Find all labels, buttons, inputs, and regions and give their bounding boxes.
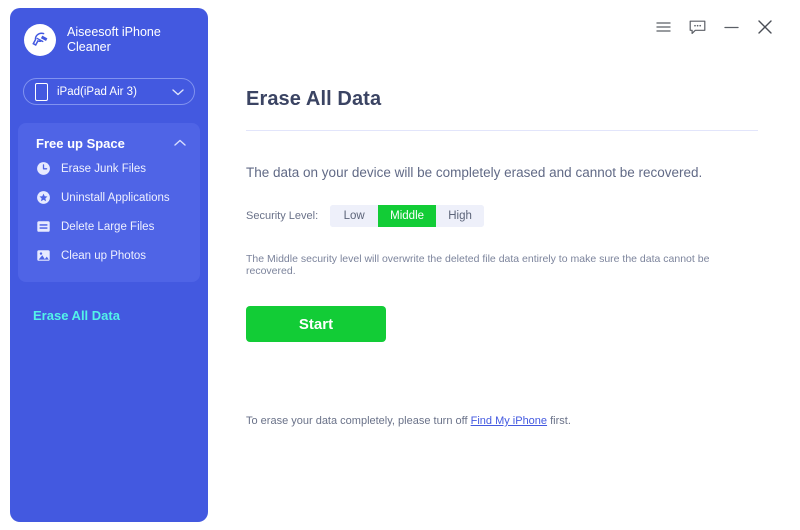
sidebar-item-label: Erase Junk Files (61, 162, 147, 175)
security-level-row: Security Level: Low Middle High (246, 205, 760, 227)
security-option-high[interactable]: High (436, 205, 485, 227)
minimize-icon[interactable] (716, 12, 746, 42)
chat-bubble-icon[interactable] (682, 12, 712, 42)
sidebar-item-uninstall-applications[interactable]: Uninstall Applications (18, 183, 200, 212)
start-button[interactable]: Start (246, 306, 386, 342)
security-level-segmented-control[interactable]: Low Middle High (330, 205, 485, 227)
page-title: Erase All Data (246, 88, 382, 110)
footer-note-prefix: To erase your data completely, please tu… (246, 415, 471, 427)
sidebar-item-label: Erase All Data (33, 307, 120, 323)
sidebar-item-clean-up-photos[interactable]: Clean up Photos (18, 241, 200, 270)
sidebar: Aiseesoft iPhone Cleaner iPad(iPad Air 3… (10, 8, 208, 522)
nav-group-header[interactable]: Free up Space (18, 132, 200, 154)
device-selector[interactable]: iPad(iPad Air 3) (23, 78, 195, 105)
sidebar-item-delete-large-files[interactable]: Delete Large Files (18, 212, 200, 241)
app-window: Aiseesoft iPhone Cleaner iPad(iPad Air 3… (0, 0, 800, 530)
ipad-device-icon (35, 82, 48, 101)
device-selector-label: iPad(iPad Air 3) (57, 85, 137, 98)
security-level-note: The Middle security level will overwrite… (246, 253, 710, 277)
security-option-middle[interactable]: Middle (378, 205, 437, 227)
main-content: Erase All Data The data on your device w… (208, 54, 800, 530)
brand-name: Aiseesoft iPhone Cleaner (67, 25, 161, 54)
nav-group-free-up-space: Free up Space Erase Junk Files Uninstall… (18, 123, 200, 282)
star-circle-icon (36, 190, 51, 205)
photo-icon (36, 248, 51, 263)
title-divider (246, 130, 758, 131)
footer-note: To erase your data completely, please tu… (246, 415, 571, 427)
broom-badge-icon (24, 24, 56, 56)
nav-group-title: Free up Space (36, 135, 125, 151)
security-level-label: Security Level: (246, 210, 319, 222)
sidebar-item-erase-all-data[interactable]: Erase All Data (10, 304, 208, 326)
sidebar-item-erase-junk-files[interactable]: Erase Junk Files (18, 154, 200, 183)
lead-description: The data on your device will be complete… (246, 165, 703, 180)
close-icon[interactable] (750, 12, 780, 42)
clock-icon (36, 161, 51, 176)
hamburger-menu-icon[interactable] (648, 12, 678, 42)
find-my-iphone-link[interactable]: Find My iPhone (471, 415, 547, 427)
titlebar (208, 0, 800, 54)
file-lines-icon (36, 219, 51, 234)
footer-note-suffix: first. (547, 415, 571, 427)
chevron-up-icon[interactable] (174, 139, 186, 147)
security-option-low[interactable]: Low (330, 205, 379, 227)
sidebar-item-label: Uninstall Applications (61, 191, 170, 204)
sidebar-item-label: Clean up Photos (61, 249, 147, 262)
brand: Aiseesoft iPhone Cleaner (10, 8, 208, 56)
sidebar-item-label: Delete Large Files (61, 220, 155, 233)
chevron-down-icon (172, 88, 184, 96)
